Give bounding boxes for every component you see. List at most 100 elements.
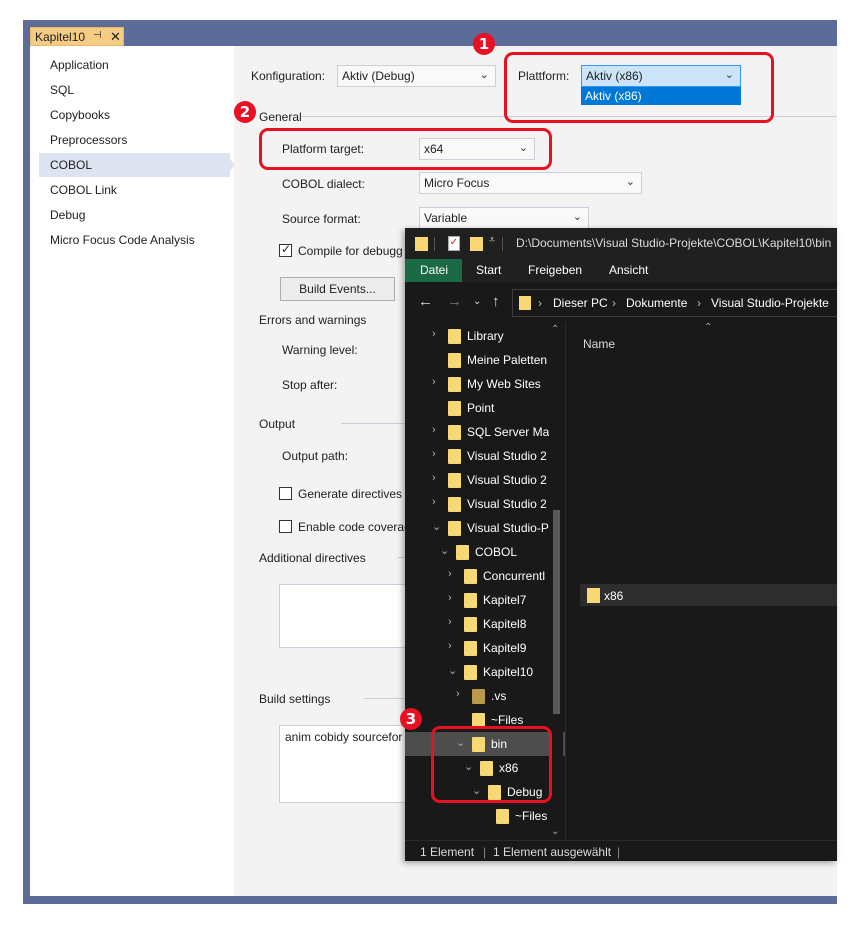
- document-tab[interactable]: Kapitel10 ⊣ ✕: [30, 27, 124, 46]
- section-divider: [341, 423, 411, 424]
- tree-item[interactable]: ⌄ Visual Studio-P: [405, 516, 565, 540]
- chevron-right-icon[interactable]: ›: [456, 688, 460, 700]
- tab-datei[interactable]: Datei: [405, 259, 462, 282]
- address-bar[interactable]: › Dieser PC › Dokumente › Visual Studio-…: [512, 289, 837, 317]
- column-header-name[interactable]: Name: [583, 337, 615, 351]
- tree-item[interactable]: › Kapitel9: [405, 636, 565, 660]
- tree-item[interactable]: › Concurrentl: [405, 564, 565, 588]
- folder-icon: [472, 689, 485, 704]
- source-format-combo[interactable]: Variable ⌄: [419, 207, 589, 229]
- tree-item[interactable]: ⌄ COBOL: [405, 540, 565, 564]
- chevron-right-icon[interactable]: ›: [448, 616, 452, 628]
- breadcrumb-visual-studio-projekte[interactable]: Visual Studio-Projekte: [711, 296, 829, 310]
- chevron-right-icon[interactable]: ›: [432, 472, 436, 484]
- tab-ansicht[interactable]: Ansicht: [609, 263, 648, 277]
- output-path-label: Output path:: [282, 449, 349, 463]
- forward-arrow-icon[interactable]: →: [447, 293, 462, 310]
- build-settings-input[interactable]: anim cobidy sourcefor: [279, 725, 409, 803]
- sidebar-item-copybooks[interactable]: Copybooks: [39, 103, 230, 127]
- scroll-up-icon[interactable]: ⌃: [551, 324, 559, 335]
- status-bar: 1 Element | 1 Element ausgewählt |: [405, 840, 837, 861]
- close-icon[interactable]: ✕: [110, 29, 121, 45]
- folder-icon: [464, 665, 477, 680]
- sort-ascending-icon: ⌃: [704, 322, 713, 333]
- list-item[interactable]: x86: [580, 584, 837, 606]
- chevron-right-icon[interactable]: ›: [448, 592, 452, 604]
- build-events-button[interactable]: Build Events...: [280, 277, 395, 301]
- chevron-right-icon[interactable]: ›: [432, 376, 436, 388]
- tree-item-label: Visual Studio 2: [467, 497, 547, 511]
- tree-item[interactable]: › .vs: [405, 684, 565, 708]
- folder-icon: [496, 809, 509, 824]
- chevron-down-icon: ⌄: [625, 176, 635, 188]
- breadcrumb-dieser-pc[interactable]: Dieser PC: [553, 296, 608, 310]
- sidebar-item-code-analysis[interactable]: Micro Focus Code Analysis: [39, 228, 230, 252]
- badge-2: 2: [234, 101, 256, 123]
- content-pane: ⌃ Name x86: [566, 322, 837, 840]
- new-folder-icon[interactable]: [470, 237, 483, 251]
- scrollbar-thumb[interactable]: [553, 510, 560, 714]
- chevron-down-icon[interactable]: ⌄: [448, 664, 457, 677]
- breadcrumb-dokumente[interactable]: Dokumente: [626, 296, 687, 310]
- tree-item-label: ~Files: [515, 809, 548, 823]
- tree-item[interactable]: › Library: [405, 324, 565, 348]
- chevron-down-icon[interactable]: ⌄: [440, 544, 449, 557]
- pin-icon[interactable]: ⊣: [93, 30, 102, 41]
- tree-item[interactable]: › Visual Studio 2: [405, 444, 565, 468]
- chevron-right-icon[interactable]: ›: [432, 328, 436, 340]
- tab-freigeben[interactable]: Freigeben: [528, 263, 582, 277]
- sidebar-item-cobol[interactable]: COBOL: [39, 153, 230, 177]
- chevron-down-icon[interactable]: ⌄: [432, 520, 441, 533]
- folder-icon: [448, 353, 461, 368]
- folder-icon: [448, 401, 461, 416]
- tree-item[interactable]: ~Files: [405, 804, 565, 828]
- quick-access-dropdown-icon[interactable]: ⩡: [489, 234, 495, 247]
- tree-item[interactable]: › My Web Sites: [405, 372, 565, 396]
- tree-item[interactable]: › Visual Studio 2: [405, 492, 565, 516]
- generate-directives-checkbox[interactable]: [279, 487, 292, 500]
- properties-icon[interactable]: ✓: [448, 236, 460, 251]
- tree-item[interactable]: › Visual Studio 2: [405, 468, 565, 492]
- chevron-right-icon[interactable]: ›: [432, 496, 436, 508]
- tree-item[interactable]: › Kapitel7: [405, 588, 565, 612]
- list-item-name: x86: [604, 589, 624, 603]
- generate-directives-label: Generate directives f: [298, 487, 409, 501]
- up-arrow-icon[interactable]: ↑: [492, 293, 500, 310]
- tree-item[interactable]: Point: [405, 396, 565, 420]
- cobol-dialect-label: COBOL dialect:: [282, 177, 365, 191]
- source-format-value: Variable: [424, 211, 468, 225]
- configuration-combo[interactable]: Aktiv (Debug) ⌄: [337, 65, 496, 87]
- sidebar-item-cobol-link[interactable]: COBOL Link: [39, 178, 230, 202]
- chevron-right-icon[interactable]: ›: [448, 640, 452, 652]
- sidebar-item-application[interactable]: Application: [39, 53, 230, 77]
- recent-dropdown-icon[interactable]: ⌄: [473, 296, 481, 307]
- tree-item[interactable]: ⌄ Kapitel10: [405, 660, 565, 684]
- back-arrow-icon[interactable]: ←: [418, 293, 433, 310]
- window-path: D:\Documents\Visual Studio-Projekte\COBO…: [516, 236, 832, 250]
- folder-icon: [448, 449, 461, 464]
- tab-start[interactable]: Start: [476, 263, 501, 277]
- tree-item-label: Kapitel7: [483, 593, 527, 607]
- chevron-right-icon[interactable]: ›: [432, 448, 436, 460]
- folder-icon: [448, 425, 461, 440]
- folder-icon: [448, 497, 461, 512]
- chevron-right-icon[interactable]: ›: [448, 568, 452, 580]
- scroll-down-icon[interactable]: ⌄: [551, 826, 559, 837]
- folder-icon: [464, 593, 477, 608]
- tree-item[interactable]: › SQL Server Ma: [405, 420, 565, 444]
- tree-item[interactable]: Meine Paletten: [405, 348, 565, 372]
- sidebar-item-sql[interactable]: SQL: [39, 78, 230, 102]
- sidebar-item-debug[interactable]: Debug: [39, 203, 230, 227]
- sidebar-item-preprocessors[interactable]: Preprocessors: [39, 128, 230, 152]
- cobol-dialect-combo[interactable]: Micro Focus ⌄: [419, 172, 642, 194]
- tree-item[interactable]: › Kapitel8: [405, 612, 565, 636]
- chevron-right-icon[interactable]: ›: [432, 424, 436, 436]
- code-coverage-checkbox[interactable]: [279, 520, 292, 533]
- selection-arrow: [230, 159, 235, 171]
- compile-debug-checkbox[interactable]: [279, 242, 292, 257]
- code-coverage-label: Enable code coverag: [298, 520, 411, 534]
- badge-3: 3: [400, 708, 422, 730]
- additional-directives-input[interactable]: [279, 584, 409, 648]
- tree-item-label: COBOL: [475, 545, 518, 559]
- cobol-dialect-value: Micro Focus: [424, 176, 490, 190]
